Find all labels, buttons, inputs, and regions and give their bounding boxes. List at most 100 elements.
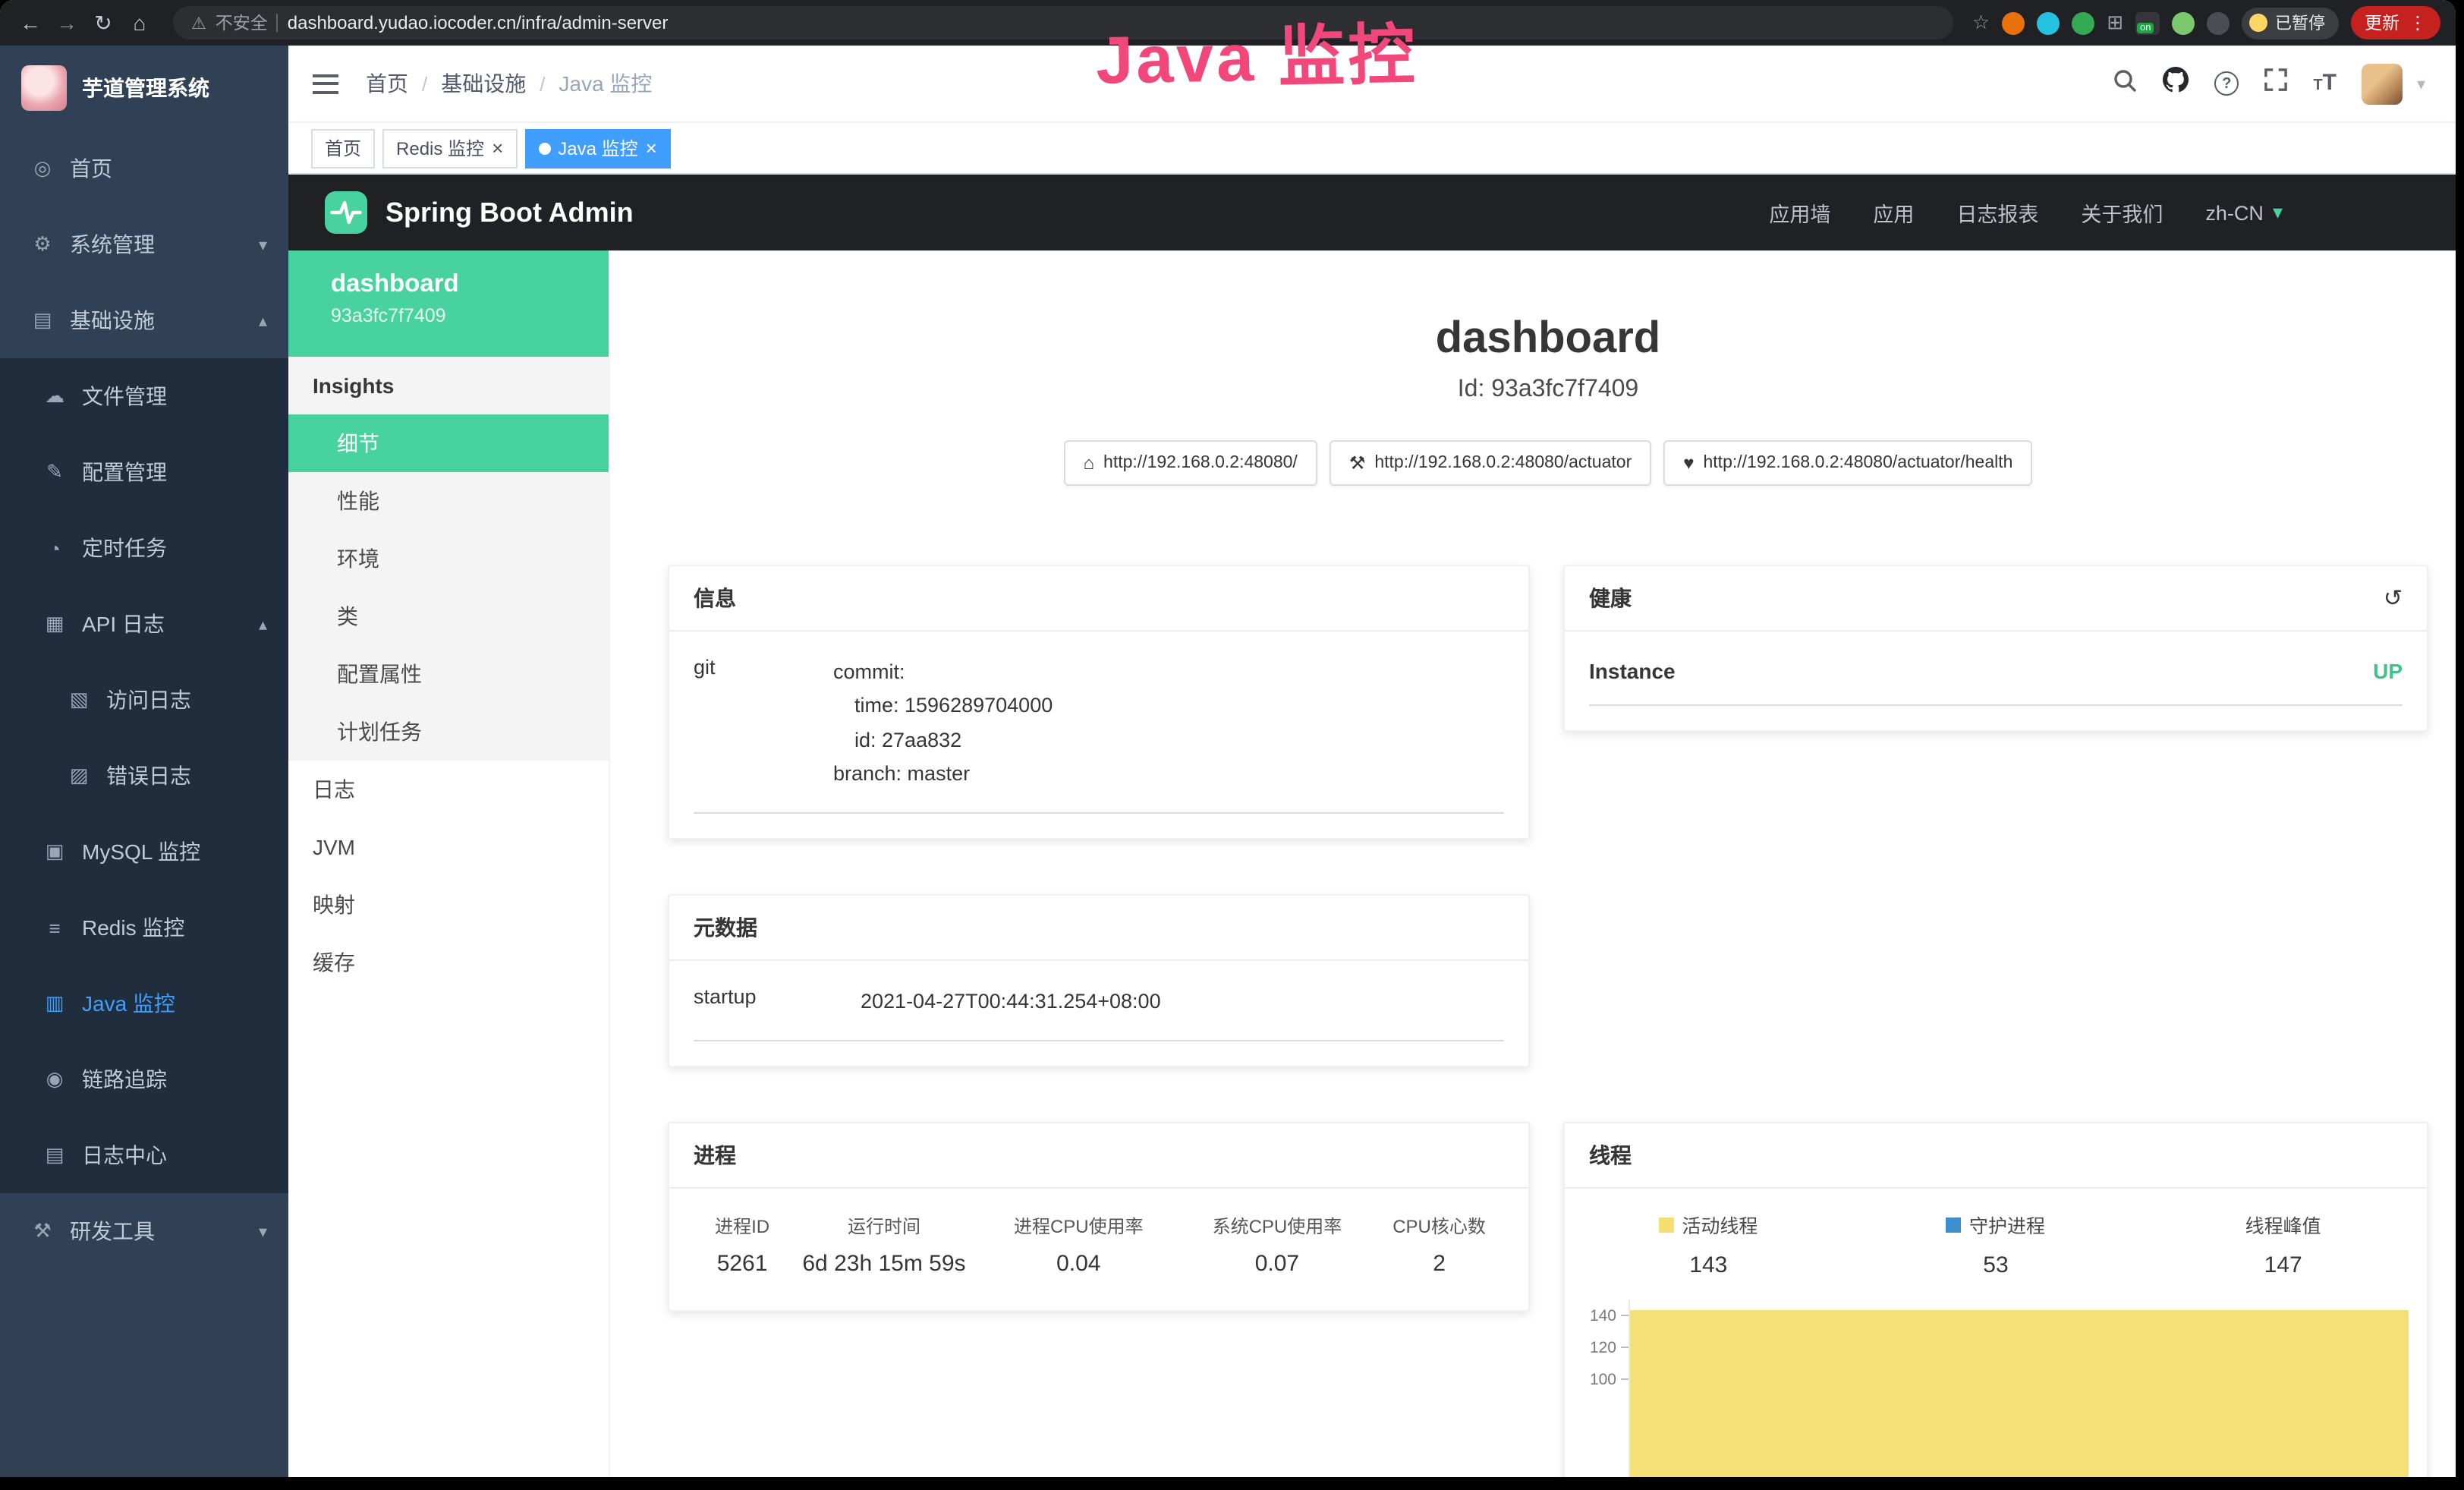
- annotation-text: Java 监控: [1095, 0, 1418, 102]
- breadcrumb-home[interactable]: 首页: [366, 68, 408, 99]
- browser-home-button[interactable]: ⌂: [124, 11, 155, 35]
- sidebar-item-trace[interactable]: ◉ 链路追踪: [0, 1041, 288, 1117]
- sba-item-caches[interactable]: 缓存: [288, 934, 609, 991]
- docs-help-icon[interactable]: ?: [2214, 71, 2239, 96]
- legend-peak-threads[interactable]: 线程峰值 147: [2139, 1211, 2427, 1279]
- sba-item-environment[interactable]: 环境: [288, 530, 609, 587]
- git-info-row: git commit: time: 1596289704000 id: 27aa…: [694, 656, 1504, 814]
- bookmark-star-icon[interactable]: ☆: [1972, 11, 1990, 35]
- address-bar[interactable]: ⚠ 不安全 dashboard.yudao.iocoder.cn/infra/a…: [173, 6, 1954, 39]
- browser-menu-icon[interactable]: ⋮: [2409, 12, 2427, 33]
- sba-nav-journal[interactable]: 日志报表: [1956, 197, 2038, 228]
- breadcrumb-separator: /: [422, 72, 427, 95]
- sidebar-item-home[interactable]: ◎ 首页: [0, 131, 288, 206]
- breadcrumb-infrastructure[interactable]: 基础设施: [441, 68, 526, 99]
- sba-brand-title[interactable]: Spring Boot Admin: [385, 197, 634, 228]
- sba-item-metrics[interactable]: 性能: [288, 472, 609, 530]
- avatar-caret-icon[interactable]: ▾: [2417, 74, 2425, 93]
- extension-icon-teal[interactable]: [2037, 11, 2060, 34]
- sba-nav-applications[interactable]: 应用: [1873, 197, 1914, 228]
- actuator-url-button[interactable]: ⚒ http://192.168.0.2:48080/actuator: [1330, 440, 1651, 486]
- app-logo[interactable]: 芋道管理系统: [0, 46, 288, 131]
- close-icon[interactable]: ×: [492, 138, 503, 158]
- sba-instance-header[interactable]: dashboard 93a3fc7f7409: [288, 250, 609, 357]
- tab-redis-monitor[interactable]: Redis 监控 ×: [382, 128, 517, 168]
- cpu-cores-value: 2: [1374, 1249, 1504, 1287]
- sidebar-item-mysql-monitor[interactable]: ▣ MySQL 监控: [0, 814, 288, 890]
- home-icon: ⌂: [1084, 452, 1095, 474]
- sidebar-item-api-logs[interactable]: ▦ API 日志 ▴: [0, 586, 288, 662]
- sba-item-scheduled-tasks[interactable]: 计划任务: [288, 703, 609, 761]
- sidebar-item-java-monitor[interactable]: ▥ Java 监控: [0, 966, 288, 1041]
- sba-item-jvm[interactable]: JVM: [288, 818, 609, 876]
- sba-item-classes[interactable]: 类: [288, 587, 609, 645]
- extension-icon-green[interactable]: [2072, 11, 2094, 34]
- active-tab-dot: [538, 142, 550, 154]
- sba-item-config-props[interactable]: 配置属性: [288, 645, 609, 703]
- sba-nav-about[interactable]: 关于我们: [2081, 197, 2163, 228]
- gear-icon: ⚙: [30, 232, 55, 257]
- info-card-title: 信息: [669, 566, 1528, 632]
- sidebar-item-config-management[interactable]: ✎ 配置管理: [0, 434, 288, 510]
- infrastructure-icon: ▤: [30, 308, 55, 332]
- legend-daemon-threads[interactable]: 守护进程 53: [1852, 1211, 2140, 1279]
- github-icon[interactable]: [2163, 67, 2189, 100]
- tab-java-monitor[interactable]: Java 监控 ×: [524, 128, 671, 168]
- instance-name: dashboard: [331, 270, 609, 299]
- dashboard-icon: ◎: [30, 156, 55, 181]
- legend-live-threads[interactable]: 活动线程 143: [1565, 1211, 1852, 1279]
- hamburger-icon[interactable]: [313, 74, 338, 93]
- sidebar-item-redis-monitor[interactable]: ≡ Redis 监控: [0, 890, 288, 966]
- sidebar-item-error-logs[interactable]: ▨ 错误日志: [0, 738, 288, 814]
- health-url-button[interactable]: ♥ http://192.168.0.2:48080/actuator/heal…: [1663, 440, 2032, 486]
- font-size-icon[interactable]: TT: [2313, 70, 2337, 97]
- chevron-down-icon: ▾: [259, 1221, 267, 1241]
- info-card: 信息 git commit: time: 1596289704000 id: 2…: [668, 565, 1530, 840]
- timer-icon: ◔: [42, 537, 67, 559]
- sba-item-details[interactable]: 细节: [288, 414, 609, 472]
- uptime-value: 6d 23h 15m 59s: [791, 1249, 977, 1287]
- threads-legend: 活动线程 143 守护进程: [1565, 1211, 2427, 1279]
- sba-item-mappings[interactable]: 映射: [288, 876, 609, 934]
- sidebar-item-infrastructure[interactable]: ▤ 基础设施 ▴: [0, 282, 288, 358]
- locale-selector[interactable]: zh-CN ▾: [2205, 200, 2283, 225]
- chart-y-axis: 140 120 100: [1574, 1300, 1629, 1477]
- log-center-icon: ▤: [42, 1143, 67, 1167]
- security-label[interactable]: 不安全: [216, 11, 268, 35]
- reload-button[interactable]: ↻: [88, 10, 118, 36]
- back-button[interactable]: ←: [15, 11, 46, 35]
- browser-update-button[interactable]: 更新 ⋮: [2351, 6, 2440, 39]
- smiley-icon: [2249, 14, 2267, 32]
- extension-icon-orange[interactable]: [2002, 11, 2025, 34]
- sba-sidebar: dashboard 93a3fc7f7409 Insights 细节 性能 环境…: [288, 250, 610, 1477]
- sidebar-item-system-management[interactable]: ⚙ 系统管理 ▾: [0, 206, 288, 282]
- extension-icon-dark[interactable]: [2207, 11, 2230, 34]
- service-url-button[interactable]: ⌂ http://192.168.0.2:48080/: [1064, 440, 1317, 486]
- monitor-icon: ▣: [42, 840, 67, 864]
- error-log-icon: ▨: [67, 764, 91, 788]
- sba-nav-wallboard[interactable]: 应用墙: [1769, 197, 1830, 228]
- sidebar-item-dev-tools[interactable]: ⚒ 研发工具 ▾: [0, 1193, 288, 1269]
- extension-icon-leaf[interactable]: [2172, 11, 2195, 34]
- health-card: 健康 ↺ Instance UP: [1563, 565, 2428, 732]
- extension-icon-on-badge[interactable]: on: [2135, 11, 2160, 34]
- user-avatar[interactable]: [2362, 63, 2403, 104]
- sba-item-loggers[interactable]: 日志: [288, 761, 609, 818]
- spring-boot-admin-logo[interactable]: [325, 191, 367, 234]
- close-icon[interactable]: ×: [646, 138, 657, 158]
- status-badge: UP: [2373, 659, 2403, 683]
- heart-icon: ♥: [1683, 452, 1694, 474]
- search-icon[interactable]: [2113, 68, 2137, 99]
- main-area: 首页 / 基础设施 / Java 监控 ?: [288, 46, 2456, 1477]
- fullscreen-icon[interactable]: [2264, 68, 2287, 99]
- sidebar-item-scheduled-jobs[interactable]: ◔ 定时任务: [0, 510, 288, 586]
- url-text[interactable]: dashboard.yudao.iocoder.cn/infra/admin-s…: [288, 12, 669, 33]
- tab-home[interactable]: 首页: [311, 128, 375, 168]
- history-icon[interactable]: ↺: [2384, 584, 2403, 612]
- paused-badge[interactable]: 已暂停: [2242, 7, 2339, 39]
- sidebar-item-log-center[interactable]: ▤ 日志中心: [0, 1117, 288, 1193]
- sidebar-item-file-management[interactable]: ☁ 文件管理: [0, 358, 288, 434]
- extensions-grid-icon[interactable]: ⊞: [2107, 11, 2123, 35]
- forward-button[interactable]: →: [52, 11, 82, 35]
- sidebar-item-access-logs[interactable]: ▧ 访问日志: [0, 662, 288, 738]
